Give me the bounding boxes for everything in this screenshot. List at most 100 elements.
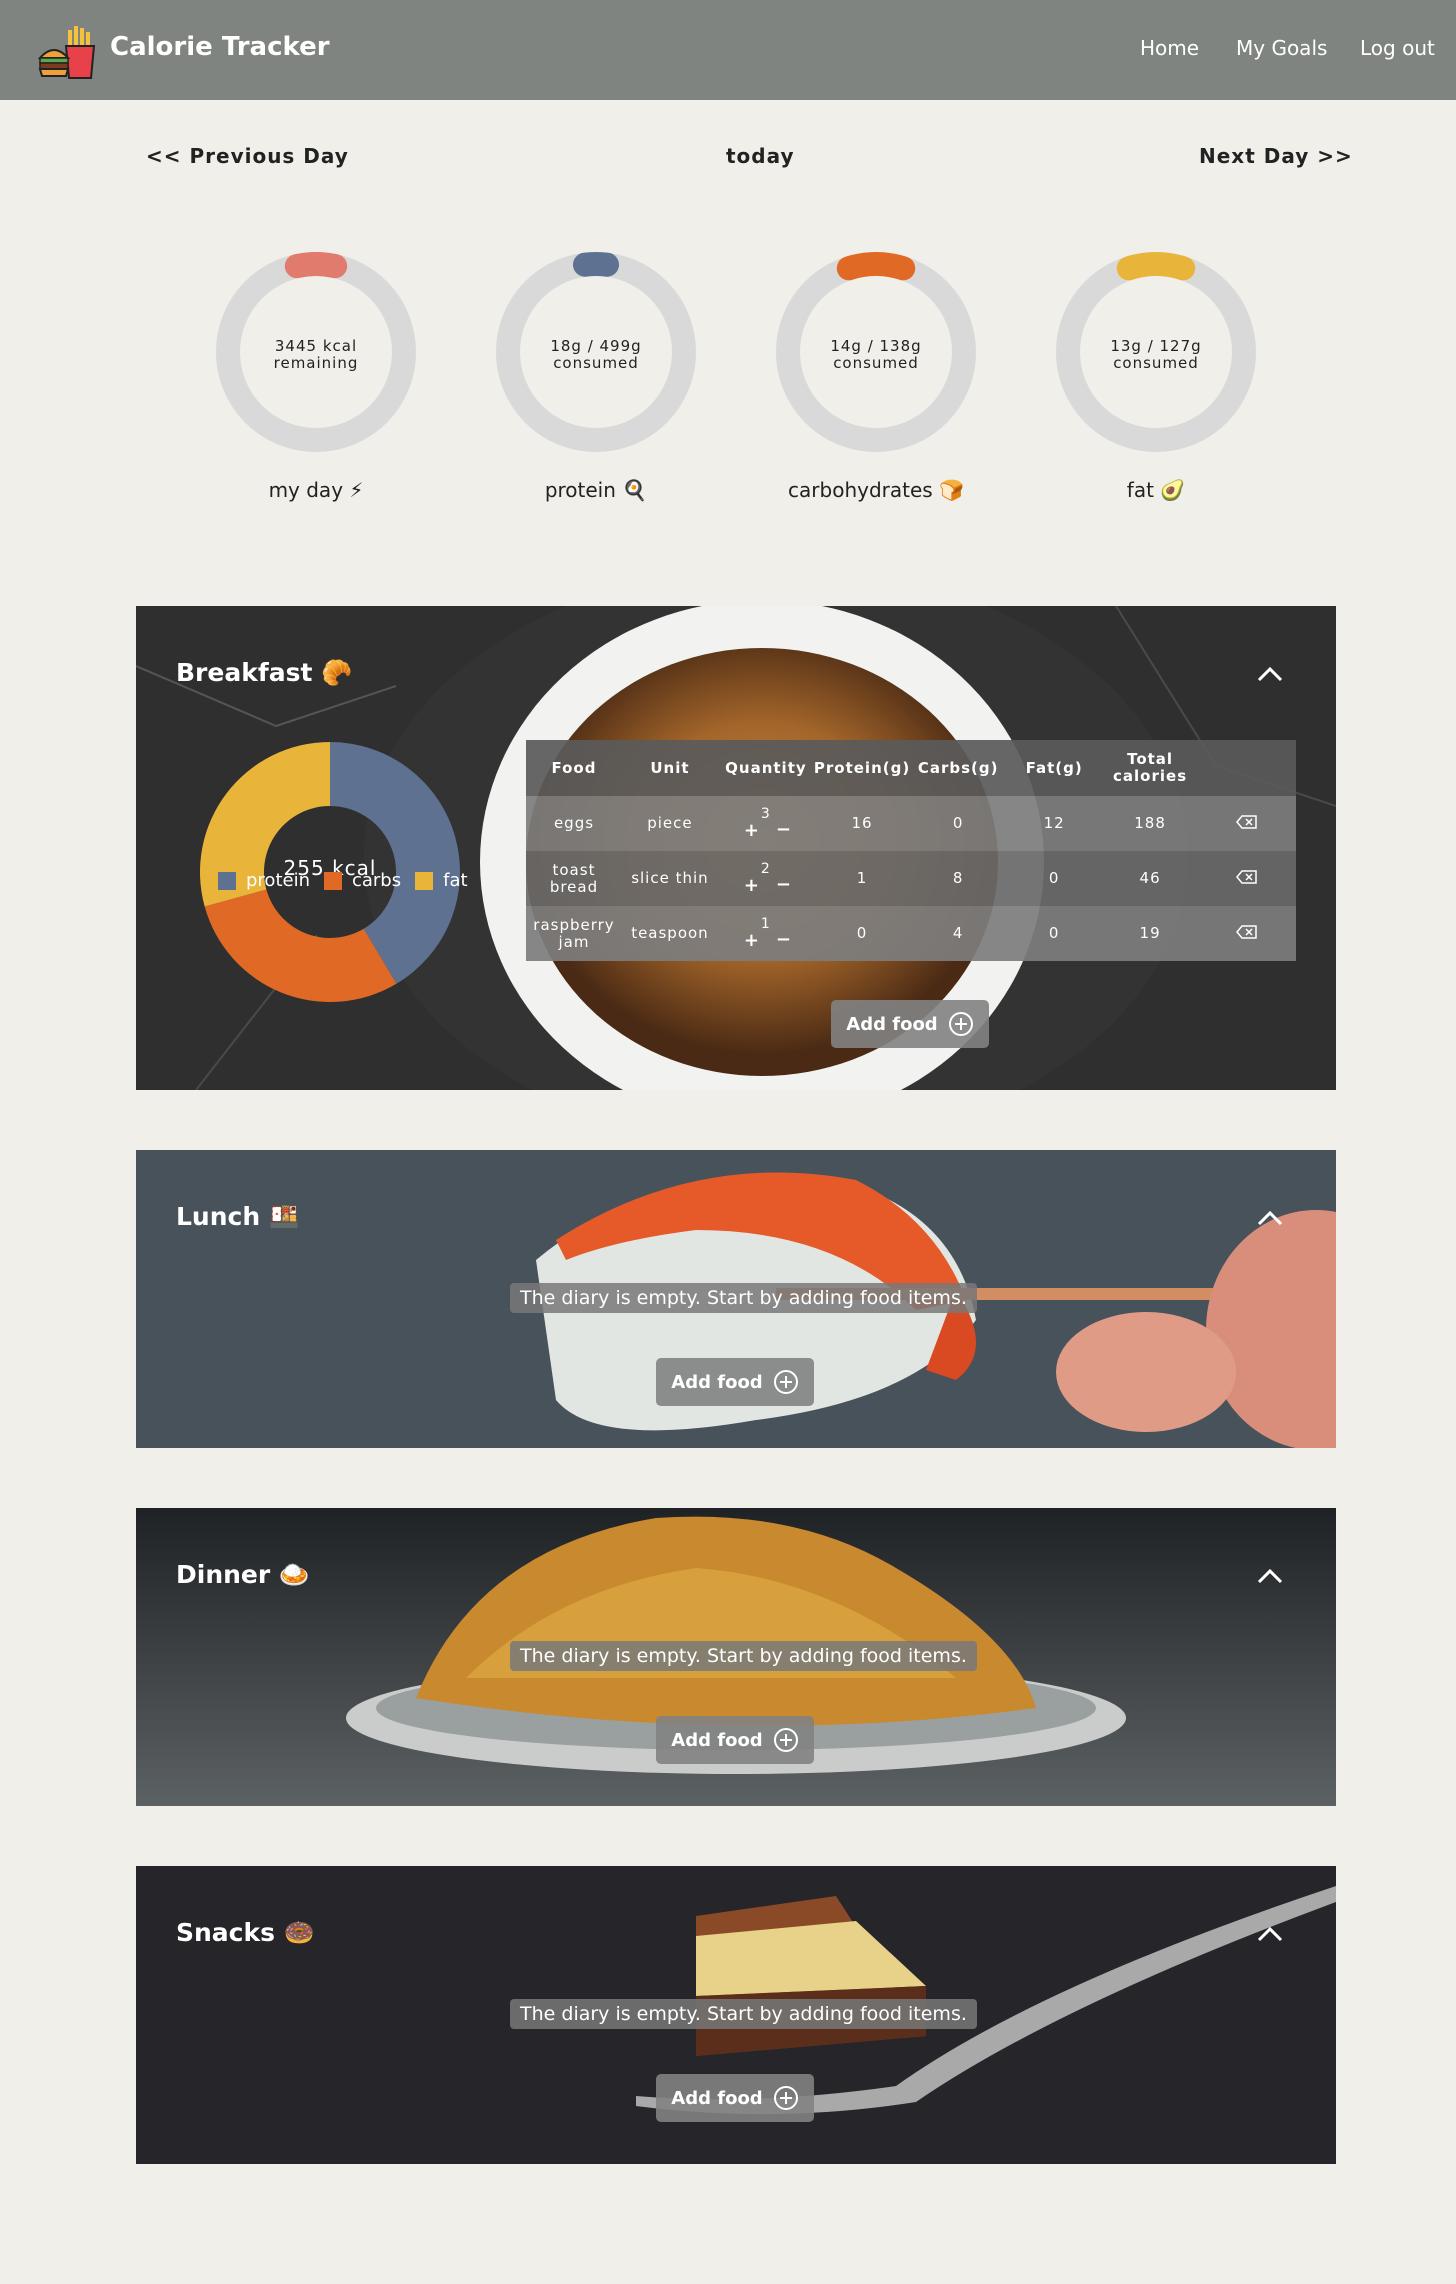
ring-label: fat 🥑 [1126, 478, 1186, 502]
cell-delete [1198, 906, 1296, 961]
breakfast-add-food-button[interactable]: Add food [831, 1000, 989, 1048]
lunch-title: Lunch 🍱 [176, 1202, 300, 1231]
delete-backspace-icon[interactable] [1236, 924, 1258, 939]
snacks-empty-message: The diary is empty. Start by adding food… [510, 1999, 977, 2029]
ring-value: 18g / 499g [550, 337, 642, 355]
increase-quantity-button[interactable]: + [744, 821, 760, 839]
burger-fries-logo-icon[interactable] [38, 22, 102, 80]
col-quantity: Quantity [717, 740, 814, 796]
col-food: Food [526, 740, 622, 796]
ring-caption: consumed [1113, 354, 1199, 372]
quantity-stepper: 3 + − [736, 804, 796, 844]
ring-center-text: 13g / 127g consumed [1052, 338, 1260, 372]
nav-home-link[interactable]: Home [1140, 36, 1199, 60]
progress-ring-1: 18g / 499g consumed [492, 248, 700, 456]
dinner-title: Dinner 🍛 [176, 1560, 311, 1589]
dinner-empty-message: The diary is empty. Start by adding food… [510, 1641, 977, 1671]
delete-backspace-icon[interactable] [1236, 814, 1258, 829]
col-protein: Protein(g) [813, 740, 911, 796]
progress-ring-2: 14g / 138g consumed [772, 248, 980, 456]
delete-backspace-icon[interactable] [1236, 869, 1258, 884]
legend-swatch-protein [218, 871, 236, 890]
dinner-add-food-button[interactable]: Add food [656, 1716, 814, 1764]
cell-carbs: 0 [910, 796, 1007, 851]
progress-ring-0: 3445 kcal remaining [212, 248, 420, 456]
cell-unit: slice thin [621, 851, 718, 906]
cell-food: eggs [526, 796, 622, 851]
nav-logout-link[interactable]: Log out [1360, 36, 1435, 60]
add-food-label: Add food [671, 1729, 763, 1751]
ring-label: protein 🍳 [544, 478, 648, 502]
add-food-label: Add food [671, 1371, 763, 1393]
legend-label-fat: fat [443, 870, 468, 891]
current-day-label: today [726, 144, 795, 168]
cell-unit: teaspoon [621, 906, 718, 961]
cell-delete [1198, 796, 1296, 851]
cell-food: raspberry jam [526, 906, 622, 961]
breakfast-section: Breakfast 🥐 255 kcal protein carbs fat F… [136, 606, 1336, 1090]
nav-my-goals-link[interactable]: My Goals [1236, 36, 1327, 60]
table-row: eggs piece 3 + − 16 0 12 188 [526, 796, 1296, 851]
lunch-empty-message: The diary is empty. Start by adding food… [510, 1283, 977, 1313]
lunch-section: Lunch 🍱 The diary is empty. Start by add… [136, 1150, 1336, 1448]
donut-legend: protein carbs fat [218, 870, 468, 891]
table-row: toast bread slice thin 2 + − 1 8 0 46 [526, 851, 1296, 906]
snacks-title: Snacks 🍩 [176, 1918, 315, 1947]
increase-quantity-button[interactable]: + [744, 931, 760, 949]
chevron-up-icon[interactable] [1256, 1924, 1284, 1944]
decrease-quantity-button[interactable]: − [776, 930, 792, 948]
cell-fat: 0 [1006, 906, 1103, 961]
cell-total-calories: 188 [1102, 796, 1199, 851]
previous-day-link[interactable]: << Previous Day [146, 144, 349, 168]
snacks-add-food-button[interactable]: Add food [656, 2074, 814, 2122]
cell-carbs: 8 [910, 851, 1007, 906]
legend-label-carbs: carbs [351, 870, 402, 891]
add-food-label: Add food [671, 2087, 763, 2109]
plus-circle-icon [773, 2086, 798, 2110]
lunch-add-food-button[interactable]: Add food [656, 1358, 814, 1406]
ring-value: 13g / 127g [1110, 337, 1202, 355]
plus-circle-icon [773, 1728, 798, 1752]
plus-circle-icon [773, 1370, 798, 1394]
top-navbar: Calorie Tracker Home My Goals Log out [0, 0, 1456, 100]
cell-protein: 1 [813, 851, 911, 906]
quantity-stepper: 2 + − [736, 859, 796, 899]
next-day-link[interactable]: Next Day >> [1199, 144, 1353, 168]
ring-value: 14g / 138g [830, 337, 922, 355]
quantity-value: 3 [760, 805, 771, 822]
donut-slice-carbs [204, 889, 397, 1002]
decrease-quantity-button[interactable]: − [776, 875, 792, 893]
chevron-up-icon[interactable] [1256, 1566, 1284, 1586]
col-unit: Unit [621, 740, 718, 796]
table-row: raspberry jam teaspoon 1 + −0 4 0 19 [526, 906, 1296, 961]
decrease-quantity-button[interactable]: − [776, 820, 792, 838]
ring-label: carbohydrates 🍞 [788, 478, 964, 502]
cell-fat: 12 [1006, 796, 1103, 851]
ring-center-text: 18g / 499g consumed [492, 338, 700, 372]
col-actions [1198, 740, 1296, 796]
col-total-calories: Total calories [1102, 740, 1199, 796]
cell-quantity: 3 + − [717, 796, 814, 851]
ring-value: 3445 kcal [274, 337, 358, 355]
ring-center-text: 3445 kcal remaining [212, 338, 420, 372]
cell-quantity: 2 + − [717, 851, 814, 906]
cell-carbs: 4 [910, 906, 1007, 961]
breakfast-title: Breakfast 🥐 [176, 658, 353, 687]
ring-center-text: 14g / 138g consumed [772, 338, 980, 372]
brand-title[interactable]: Calorie Tracker [110, 32, 330, 62]
plus-circle-icon [948, 1012, 973, 1036]
ring-caption: consumed [833, 354, 919, 372]
ring-label: my day ⚡ [268, 478, 364, 502]
cell-quantity: 1 + − [717, 906, 814, 961]
legend-label-protein: protein [246, 870, 310, 891]
chevron-up-icon[interactable] [1256, 1208, 1284, 1228]
col-carbs: Carbs(g) [910, 740, 1007, 796]
progress-ring-3: 13g / 127g consumed [1052, 248, 1260, 456]
add-food-label: Add food [846, 1013, 938, 1035]
breakfast-food-table: Food Unit Quantity Protein(g) Carbs(g) F… [526, 740, 1296, 961]
chevron-up-icon[interactable] [1256, 664, 1284, 684]
ring-caption: consumed [553, 354, 639, 372]
legend-swatch-carbs [323, 871, 342, 890]
cell-fat: 0 [1006, 851, 1103, 906]
increase-quantity-button[interactable]: + [744, 876, 760, 894]
